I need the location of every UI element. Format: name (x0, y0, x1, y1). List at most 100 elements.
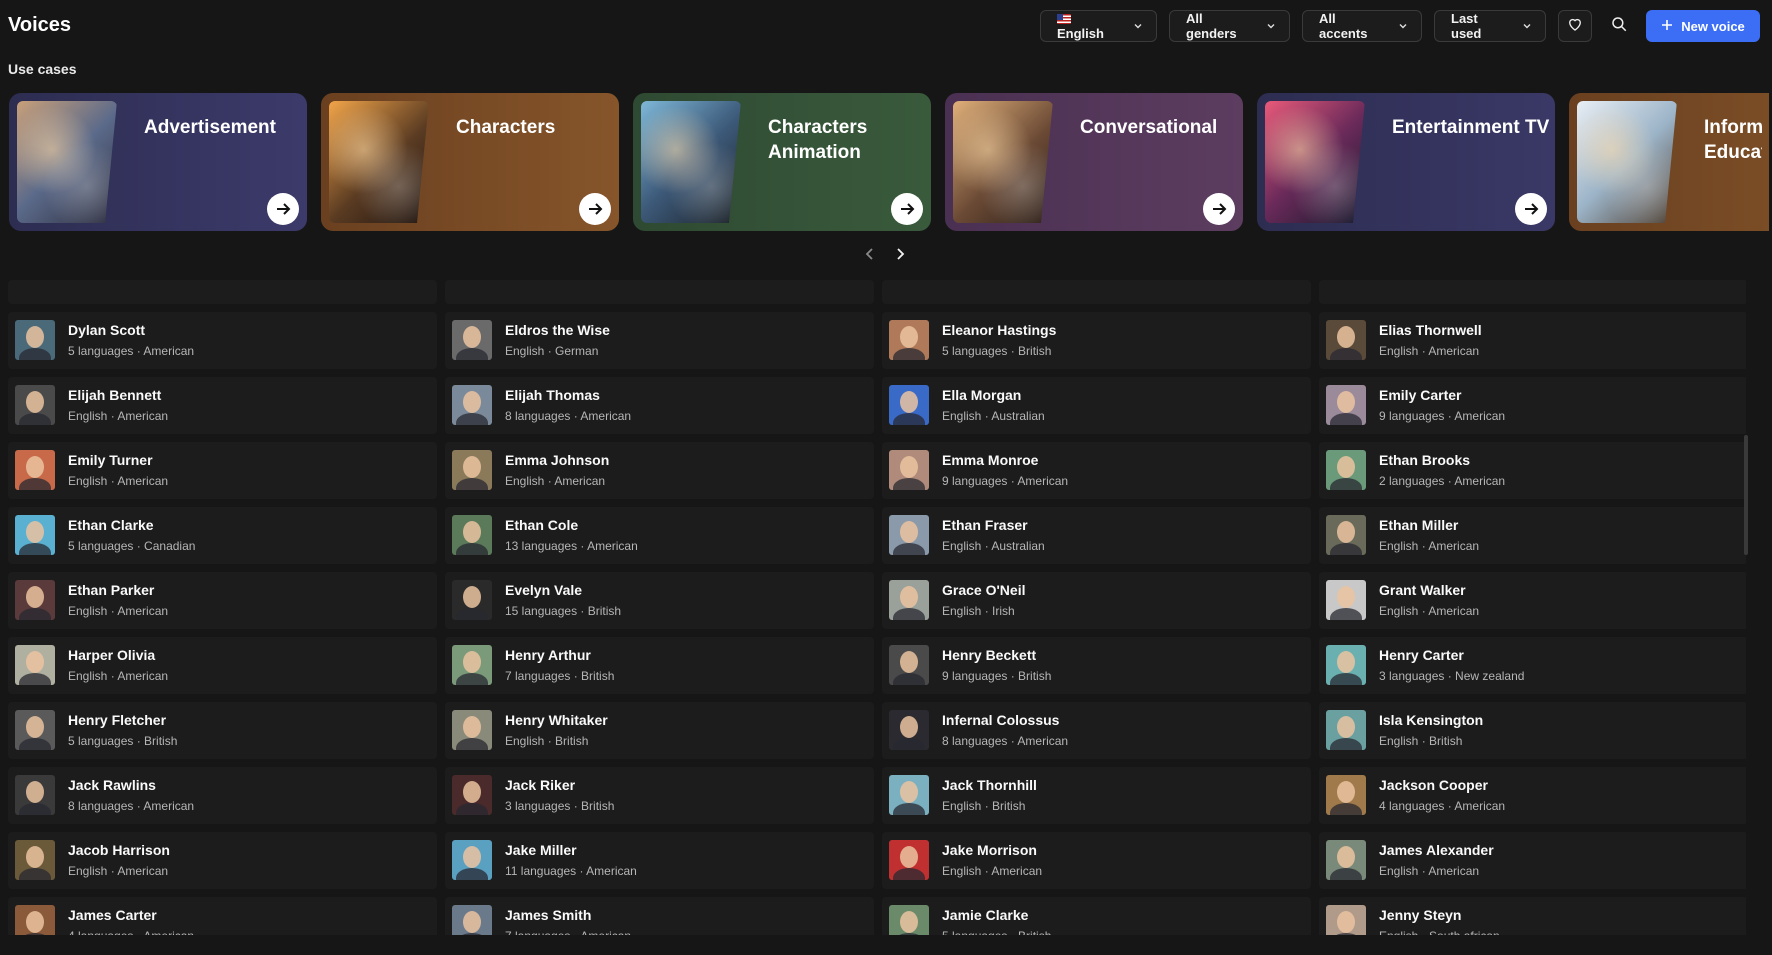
voice-name: Eleanor Hastings (942, 322, 1057, 338)
voice-list-item[interactable]: Ethan Parker English · American (8, 572, 437, 629)
voice-list-item[interactable]: Emily Carter 9 languages · American (1319, 377, 1746, 434)
voice-list-item[interactable]: Henry Beckett 9 languages · British (882, 637, 1311, 694)
sort-dropdown[interactable]: Last used (1434, 10, 1546, 42)
voice-list-item[interactable]: Eldros the Wise English · German (445, 312, 874, 369)
voice-list-item[interactable]: Jack Thornhill English · British (882, 767, 1311, 824)
voice-meta: 5 languages · British (942, 344, 1052, 358)
voice-list-item[interactable]: Emma Monroe 9 languages · American (882, 442, 1311, 499)
use-case-card-informational-educational[interactable]: Inform Educat (1569, 93, 1769, 231)
voice-list-item[interactable]: Infernal Colossus 8 languages · American (882, 702, 1311, 759)
avatar (889, 840, 929, 880)
chevron-left-icon[interactable] (862, 246, 878, 262)
list-item[interactable] (8, 280, 437, 304)
new-voice-label: New voice (1681, 18, 1745, 34)
voice-list-item[interactable]: Jake Morrison English · American (882, 832, 1311, 889)
scrollbar[interactable] (1744, 435, 1748, 555)
voice-name: James Alexander (1379, 842, 1494, 858)
voice-list-item[interactable]: Jackson Cooper 4 languages · American (1319, 767, 1746, 824)
voice-meta: English · American (942, 864, 1043, 878)
voice-name: Henry Fletcher (68, 712, 167, 728)
use-case-card-conversational[interactable]: Conversational (945, 93, 1243, 231)
search-button[interactable] (1604, 10, 1634, 42)
voice-list-item[interactable]: Harper Olivia English · American (8, 637, 437, 694)
arrow-right-icon[interactable] (267, 193, 299, 225)
language-filter-dropdown[interactable]: English (1040, 10, 1157, 42)
language-filter-label: English (1057, 26, 1104, 41)
voice-list-item[interactable]: Emily Turner English · American (8, 442, 437, 499)
list-item[interactable] (1319, 280, 1746, 304)
use-case-card-advertisement[interactable]: Advertisement (9, 93, 307, 231)
voice-list-item[interactable]: Ethan Fraser English · Australian (882, 507, 1311, 564)
voice-name: Jenny Steyn (1379, 907, 1462, 923)
avatar (889, 320, 929, 360)
arrow-right-icon[interactable] (1515, 193, 1547, 225)
voice-list-item[interactable]: Jenny Steyn English · South african (1319, 897, 1746, 935)
voice-name: Elias Thornwell (1379, 322, 1482, 338)
voice-list-partial-row (8, 280, 1746, 304)
arrow-right-icon[interactable] (1203, 193, 1235, 225)
use-case-card-characters[interactable]: Characters (321, 93, 619, 231)
gender-filter-dropdown[interactable]: All genders (1169, 10, 1290, 42)
voice-list-item[interactable]: Ethan Brooks 2 languages · American (1319, 442, 1746, 499)
voice-list-item[interactable]: Elijah Bennett English · American (8, 377, 437, 434)
use-case-thumbnail (641, 101, 741, 223)
accent-filter-dropdown[interactable]: All accents (1302, 10, 1422, 42)
voice-list-item[interactable]: Evelyn Vale 15 languages · British (445, 572, 874, 629)
avatar (1326, 450, 1366, 490)
voice-list-item[interactable]: Henry Whitaker English · British (445, 702, 874, 759)
voice-list-item[interactable]: James Alexander English · American (1319, 832, 1746, 889)
voice-list-item[interactable]: Dylan Scott 5 languages · American (8, 312, 437, 369)
voice-meta: English · American (1379, 864, 1480, 878)
new-voice-button[interactable]: New voice (1646, 10, 1760, 42)
voice-list-item[interactable]: Eleanor Hastings 5 languages · British (882, 312, 1311, 369)
us-flag-icon (1057, 14, 1071, 24)
voice-meta: English · American (68, 474, 169, 488)
avatar (15, 515, 55, 555)
avatar (1326, 775, 1366, 815)
voice-list-item[interactable]: Elias Thornwell English · American (1319, 312, 1746, 369)
arrow-right-icon[interactable] (579, 193, 611, 225)
voice-meta: 8 languages · American (942, 734, 1069, 748)
voice-list-item[interactable]: Jamie Clarke 5 languages · British (882, 897, 1311, 935)
voice-list-item[interactable]: Henry Arthur 7 languages · British (445, 637, 874, 694)
voice-list-item[interactable]: Elijah Thomas 8 languages · American (445, 377, 874, 434)
voice-list-item[interactable]: Ella Morgan English · Australian (882, 377, 1311, 434)
voice-list-item[interactable]: Jack Rawlins 8 languages · American (8, 767, 437, 824)
voice-list-item[interactable]: Jack Riker 3 languages · British (445, 767, 874, 824)
list-item[interactable] (445, 280, 874, 304)
voice-name: Henry Beckett (942, 647, 1037, 663)
avatar (452, 645, 492, 685)
voice-meta: English · American (68, 409, 169, 423)
voice-list-item[interactable]: Ethan Cole 13 languages · American (445, 507, 874, 564)
voice-list-item[interactable]: Isla Kensington English · British (1319, 702, 1746, 759)
use-case-label: Inform Educat (1704, 117, 1762, 163)
voice-list-item[interactable]: James Carter 4 languages · American (8, 897, 437, 935)
voice-meta: 5 languages · Canadian (68, 539, 196, 553)
voice-list: Dylan Scott 5 languages · American Eldros … (8, 280, 1746, 935)
use-case-card-entertainment-tv[interactable]: Entertainment TV (1257, 93, 1555, 231)
avatar (15, 580, 55, 620)
voice-name: Ella Morgan (942, 387, 1022, 403)
voice-list-item[interactable]: Grace O'Neil English · Irish (882, 572, 1311, 629)
voice-name: Jackson Cooper (1379, 777, 1488, 793)
voice-list-item[interactable]: Emma Johnson English · American (445, 442, 874, 499)
voice-list-item[interactable]: Grant Walker English · American (1319, 572, 1746, 629)
voice-list-item[interactable]: Henry Carter 3 languages · New zealand (1319, 637, 1746, 694)
arrow-right-icon[interactable] (891, 193, 923, 225)
avatar (452, 515, 492, 555)
use-cases-heading: Use cases (8, 61, 77, 77)
list-item[interactable] (882, 280, 1311, 304)
favorites-button[interactable] (1558, 10, 1592, 42)
voice-list-item[interactable]: James Smith 7 languages · American (445, 897, 874, 935)
voice-list-item[interactable]: Ethan Miller English · American (1319, 507, 1746, 564)
voice-meta: English · South african (1379, 929, 1500, 935)
use-case-label: Characters (456, 117, 556, 138)
chevron-right-icon[interactable] (892, 246, 908, 262)
avatar (1326, 320, 1366, 360)
voice-list-item[interactable]: Henry Fletcher 5 languages · British (8, 702, 437, 759)
use-case-card-characters-animation[interactable]: Characters Animation (633, 93, 931, 231)
voice-list-item[interactable]: Ethan Clarke 5 languages · Canadian (8, 507, 437, 564)
voice-list-item[interactable]: Jacob Harrison English · American (8, 832, 437, 889)
voice-list-item[interactable]: Jake Miller 11 languages · American (445, 832, 874, 889)
voice-name: Ethan Miller (1379, 517, 1459, 533)
